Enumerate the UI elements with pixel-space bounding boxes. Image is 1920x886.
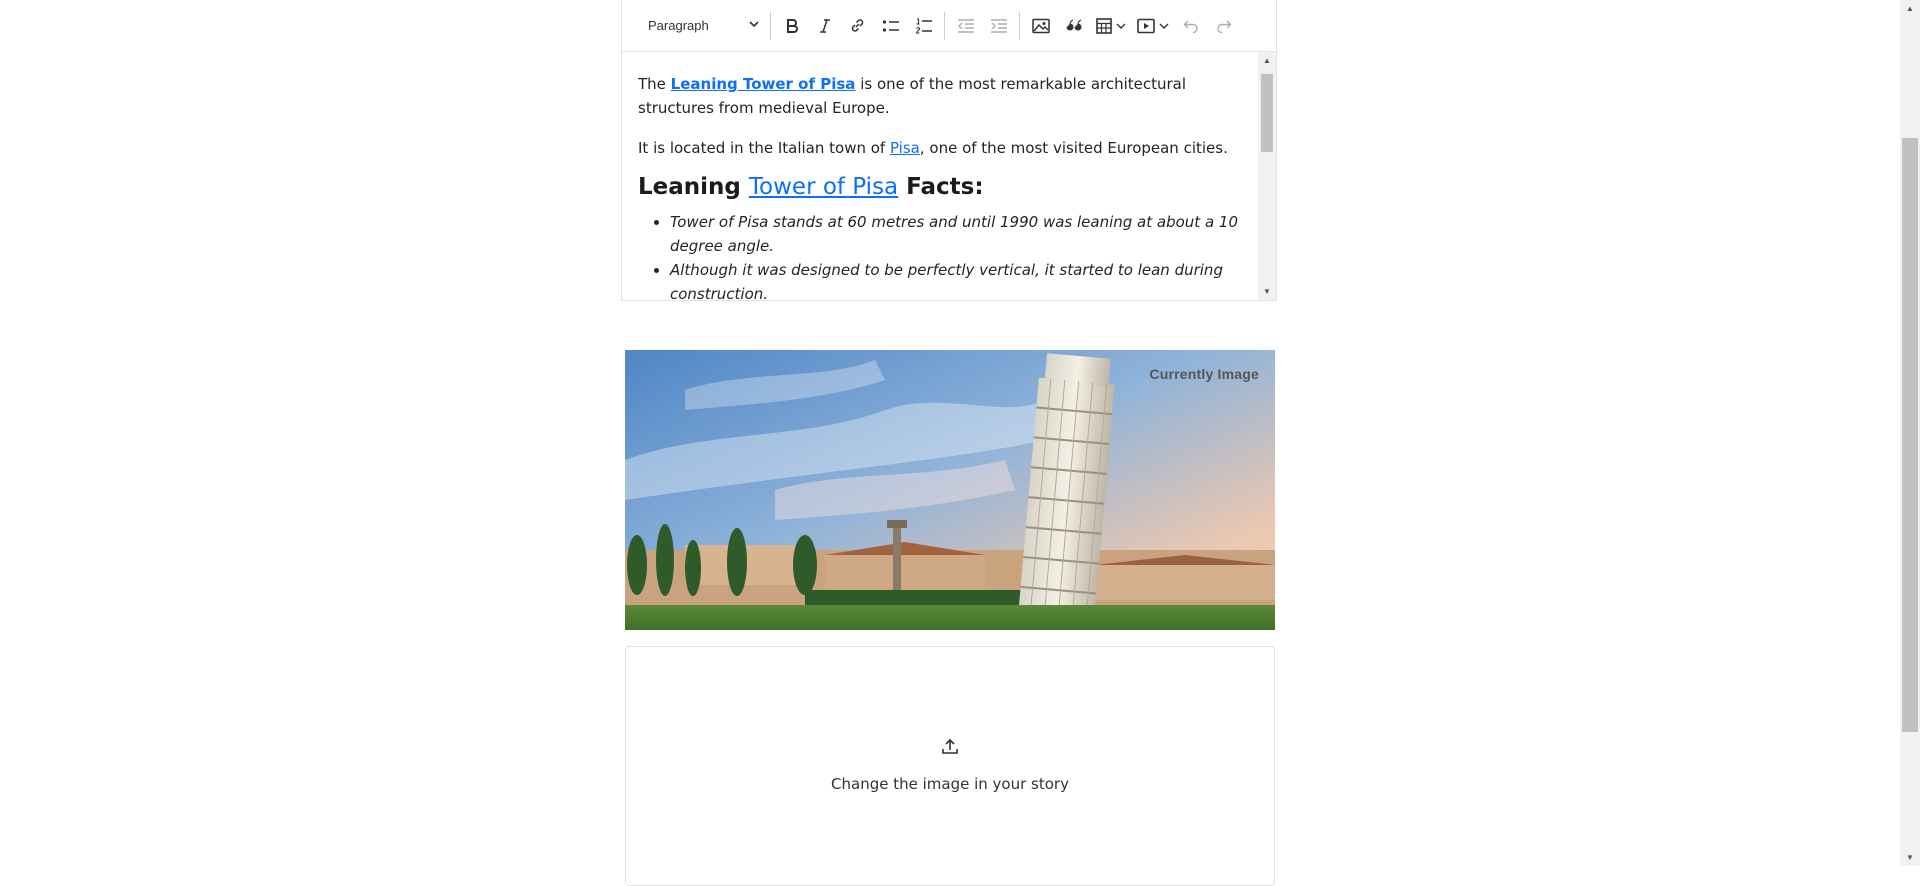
toolbar-separator (1019, 11, 1020, 40)
toolbar-separator (944, 11, 945, 40)
editor-toolbar: Paragraph (622, 0, 1276, 52)
italic-button[interactable] (808, 9, 841, 43)
indent-icon (990, 18, 1007, 33)
paragraph-format-label: Paragraph (648, 18, 709, 33)
chevron-down-icon (1159, 23, 1169, 29)
current-image-preview: Currently Image (625, 350, 1275, 630)
italic-icon (819, 18, 830, 33)
upload-icon (940, 737, 960, 762)
chevron-down-icon (1116, 23, 1126, 29)
upload-instruction-text: Change the image in your story (831, 775, 1069, 793)
editor-content[interactable]: The Leaning Tower of Pisa is one of the … (622, 52, 1258, 300)
text-span: The (638, 75, 671, 93)
bold-icon (786, 18, 798, 33)
undo-icon (1183, 20, 1198, 33)
bulleted-list-button[interactable] (874, 9, 907, 43)
image-upload-dropzone[interactable]: Change the image in your story (625, 646, 1275, 886)
text-span: It is located in the Italian town of (638, 139, 890, 157)
redo-button[interactable] (1207, 9, 1240, 43)
rich-text-editor[interactable]: Paragraph The Leaning Tower of Pisa is o… (621, 0, 1277, 301)
page-scrollbar[interactable]: ▲ ▼ (1900, 0, 1920, 866)
scroll-up-arrow-icon[interactable]: ▲ (1900, 0, 1920, 17)
list-item: Tower of Pisa stands at 60 metres and un… (670, 210, 1242, 258)
tower-of-pisa-link[interactable]: Tower of Pisa (749, 174, 898, 200)
insert-image-button[interactable] (1024, 9, 1057, 43)
pisa-link[interactable]: Pisa (890, 139, 920, 157)
text-span: , one of the most visited European citie… (919, 139, 1228, 157)
insert-media-button[interactable] (1132, 9, 1174, 43)
undo-button[interactable] (1174, 9, 1207, 43)
table-icon (1096, 17, 1112, 34)
link-icon (851, 19, 864, 32)
leaning-tower-photo (625, 350, 1275, 630)
media-icon (1137, 18, 1155, 33)
scroll-down-arrow-icon[interactable]: ▼ (1258, 283, 1276, 300)
list-item: Although it was designed to be perfectly… (670, 258, 1242, 300)
insert-table-button[interactable] (1090, 9, 1132, 43)
indent-button[interactable] (982, 9, 1015, 43)
toolbar-separator (770, 11, 771, 40)
numbered-list-button[interactable] (907, 9, 940, 43)
text-span: Facts: (898, 174, 984, 200)
scroll-down-arrow-icon[interactable]: ▼ (1900, 849, 1920, 866)
link-button[interactable] (841, 9, 874, 43)
outdent-button[interactable] (949, 9, 982, 43)
numbered-list-icon (915, 17, 932, 34)
paragraph-format-dropdown[interactable]: Paragraph (636, 9, 766, 43)
image-icon (1031, 18, 1050, 33)
bold-button[interactable] (775, 9, 808, 43)
redo-icon (1216, 20, 1231, 33)
scroll-up-arrow-icon[interactable]: ▲ (1258, 52, 1276, 69)
facts-heading: Leaning Tower of Pisa Facts: (638, 172, 1242, 202)
intro-paragraph: The Leaning Tower of Pisa is one of the … (638, 72, 1242, 120)
text-span: Leaning (638, 174, 749, 200)
page-scrollbar-thumb[interactable] (1902, 138, 1918, 732)
location-paragraph: It is located in the Italian town of Pis… (638, 136, 1242, 160)
chevron-down-icon (748, 18, 760, 33)
facts-list: Tower of Pisa stands at 60 metres and un… (638, 210, 1242, 300)
outdent-icon (957, 18, 974, 33)
bulleted-list-icon (882, 19, 899, 32)
current-image-label: Currently Image (1149, 366, 1259, 382)
block-quote-button[interactable] (1057, 9, 1090, 43)
scrollbar-thumb[interactable] (1261, 74, 1273, 152)
editor-scrollbar[interactable]: ▲ ▼ (1258, 52, 1276, 300)
quote-icon (1066, 19, 1081, 30)
leaning-tower-link[interactable]: Leaning Tower of Pisa (671, 75, 856, 93)
